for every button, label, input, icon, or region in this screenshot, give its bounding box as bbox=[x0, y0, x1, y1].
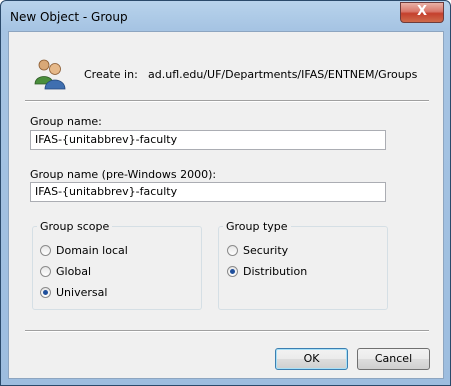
separator-top bbox=[25, 100, 429, 102]
group-name-value: IFAS-{unitabbrev}-faculty bbox=[35, 133, 178, 146]
group-name-pre2000-label: Group name (pre-Windows 2000): bbox=[30, 168, 217, 181]
dialog-window: New Object - Group X Create in: ad.ufl.e… bbox=[0, 0, 451, 386]
group-name-pre2000-value: IFAS-{unitabbrev}-faculty bbox=[35, 185, 178, 198]
scope-universal-radio[interactable]: Universal bbox=[40, 286, 107, 299]
scope-global-radio[interactable]: Global bbox=[40, 265, 91, 278]
users-group-icon bbox=[34, 59, 66, 90]
type-security-radio[interactable]: Security bbox=[227, 244, 288, 257]
radio-circle-icon bbox=[40, 245, 51, 256]
window-title: New Object - Group bbox=[10, 10, 128, 24]
scope-universal-label: Universal bbox=[56, 286, 108, 299]
radio-circle-icon bbox=[227, 245, 238, 256]
radio-selected-icon bbox=[227, 266, 238, 277]
cancel-button[interactable]: Cancel bbox=[357, 348, 430, 370]
create-in-label: Create in: bbox=[84, 68, 138, 81]
group-type-title: Group type bbox=[223, 220, 291, 233]
group-name-pre2000-input[interactable]: IFAS-{unitabbrev}-faculty bbox=[30, 182, 386, 202]
scope-global-label: Global bbox=[56, 265, 92, 278]
group-name-label: Group name: bbox=[30, 115, 102, 128]
scope-domain-local-label: Domain local bbox=[56, 244, 128, 257]
radio-selected-icon bbox=[40, 287, 51, 298]
group-scope-title: Group scope bbox=[37, 220, 113, 233]
dialog-body: Create in: ad.ufl.edu/UF/Departments/IFA… bbox=[8, 31, 444, 379]
title-bar[interactable]: New Object - Group X bbox=[1, 1, 450, 31]
radio-circle-icon bbox=[40, 266, 51, 277]
separator-bottom bbox=[25, 330, 429, 332]
scope-domain-local-radio[interactable]: Domain local bbox=[40, 244, 128, 257]
type-distribution-label: Distribution bbox=[243, 265, 308, 278]
type-security-label: Security bbox=[243, 244, 289, 257]
type-distribution-radio[interactable]: Distribution bbox=[227, 265, 307, 278]
create-in-path: ad.ufl.edu/UF/Departments/IFAS/ENTNEM/Gr… bbox=[148, 68, 418, 81]
close-icon: X bbox=[416, 4, 428, 19]
ok-button[interactable]: OK bbox=[275, 348, 348, 370]
group-name-input[interactable]: IFAS-{unitabbrev}-faculty bbox=[30, 130, 386, 150]
close-button[interactable]: X bbox=[400, 2, 444, 23]
